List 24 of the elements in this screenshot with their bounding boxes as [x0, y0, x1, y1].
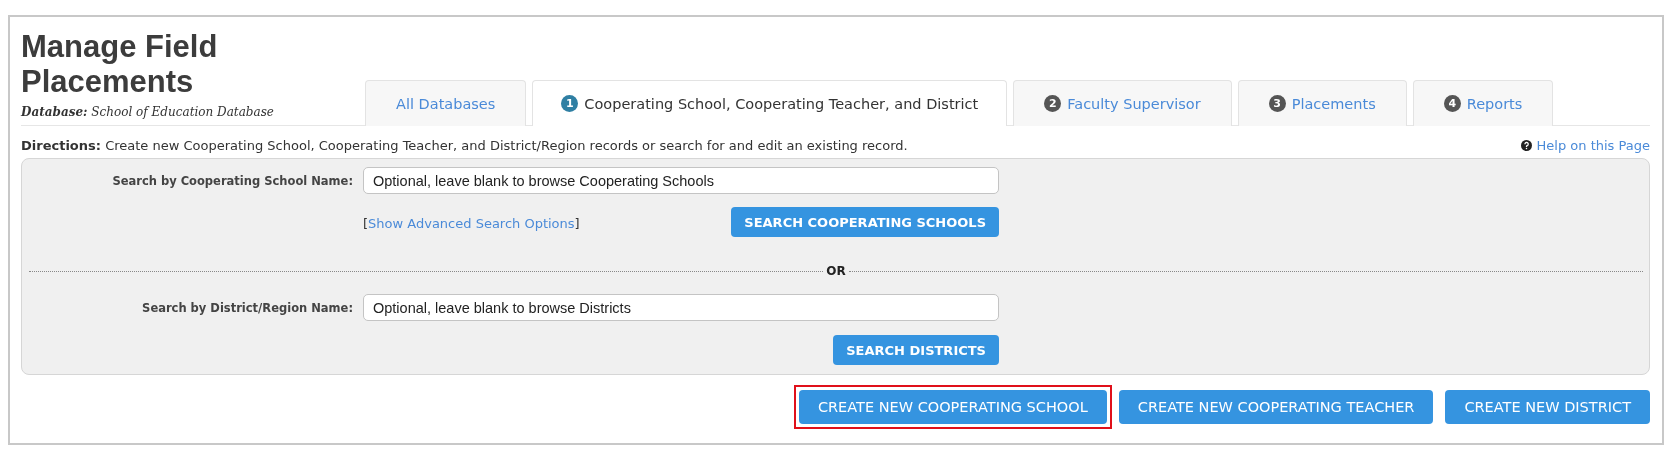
field-label: Search by Cooperating School Name: [111, 173, 354, 188]
search-schools-button[interactable]: SEARCH COOPERATING SCHOOLS [731, 207, 999, 237]
school-name-field[interactable]: Optional, leave blank to browse Cooperating Schools [363, 167, 999, 194]
district-name-field[interactable]: Optional, leave blank to browse Districts [363, 294, 999, 321]
directions-text: Directions: Create new Cooperating School, Cooperating Teacher, and District/Region records or search for and edit an existing record. [21, 138, 908, 153]
tab[interactable]: 2 Faculty Supervisor [1013, 80, 1232, 126]
search-districts-button[interactable]: SEARCH DISTRICTS [833, 335, 999, 365]
database-label: Database: [21, 105, 88, 119]
tab[interactable]: All Databases [365, 80, 527, 126]
page-title: Manage Field Placements [21, 29, 219, 99]
help-link[interactable]: Help on this Page [1520, 138, 1650, 153]
field-label: Search by District/Region Name: [141, 300, 354, 315]
or-separator: OR [825, 264, 847, 278]
advanced-search-link[interactable]: Show Advanced Search Options [368, 215, 575, 231]
create-button[interactable]: CREATE NEW DISTRICT [1445, 390, 1650, 424]
create-button[interactable]: CREATE NEW COOPERATING SCHOOL [798, 390, 1107, 424]
create-button[interactable]: CREATE NEW COOPERATING TEACHER [1118, 390, 1434, 424]
help-icon [1520, 140, 1532, 151]
tab[interactable]: 4 Reports [1412, 80, 1554, 126]
tab[interactable]: 3 Placements [1237, 80, 1407, 126]
database-name: School of Education Database [91, 105, 274, 119]
bracket: [ [363, 215, 369, 231]
bracket: ] [574, 215, 580, 231]
tab[interactable]: 1 Cooperating School, Cooperating Teacher, and District [532, 80, 1008, 126]
